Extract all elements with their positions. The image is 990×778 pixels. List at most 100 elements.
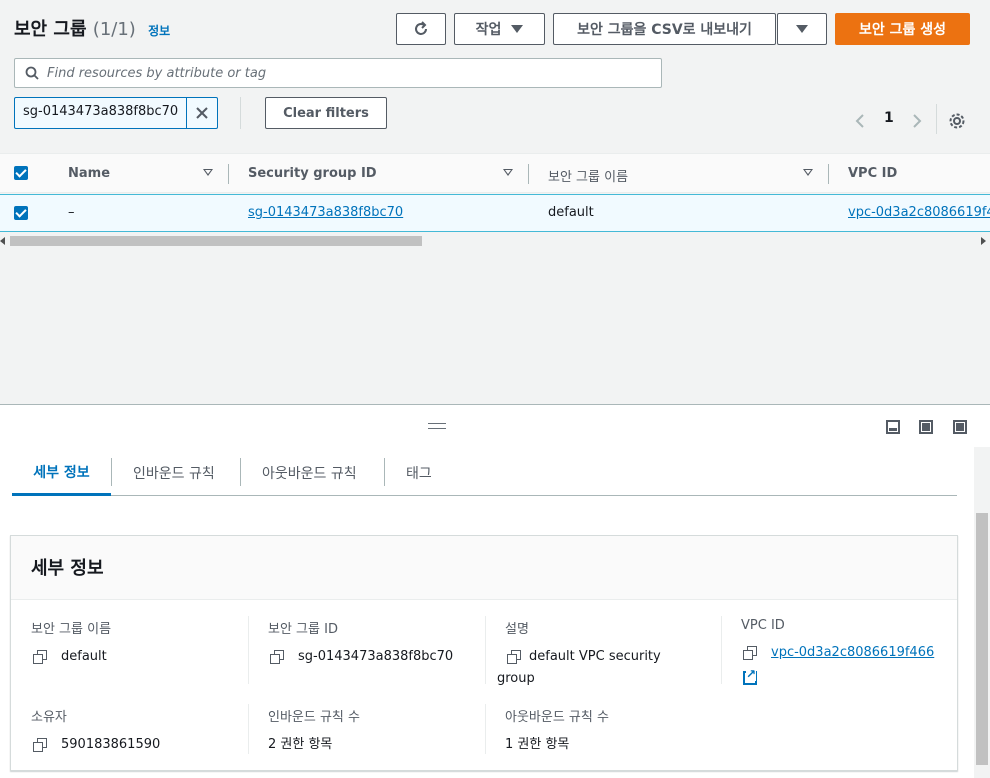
copy-icon[interactable] <box>507 650 521 664</box>
sort-icon[interactable] <box>803 169 813 176</box>
divider <box>721 616 722 684</box>
scroll-right-icon[interactable] <box>981 237 986 245</box>
tab-outbound-rules[interactable]: 아웃바운드 규칙 <box>262 450 357 496</box>
selection-count: (1/1) <box>92 19 136 40</box>
copy-icon[interactable] <box>33 650 47 664</box>
field-value: sg-0143473a838f8bc70 <box>298 649 454 664</box>
field-label: 설명 <box>505 622 529 637</box>
scrollbar-thumb[interactable] <box>976 513 988 765</box>
horizontal-scrollbar[interactable] <box>0 234 990 248</box>
clear-filters-button[interactable]: Clear filters <box>265 97 387 129</box>
column-resizer[interactable] <box>228 164 229 184</box>
actions-button[interactable]: 작업 <box>454 13 545 45</box>
column-resizer[interactable] <box>528 164 529 184</box>
copy-icon[interactable] <box>270 650 284 664</box>
remove-filter-button[interactable] <box>187 98 217 128</box>
copy-icon[interactable] <box>33 738 47 752</box>
export-dropdown-button[interactable] <box>777 13 827 45</box>
split-panel: 세부 정보 인바운드 규칙 아웃바운드 규칙 태그 세부 정보 보안 그룹 이름… <box>0 404 990 778</box>
copy-icon[interactable] <box>743 646 757 660</box>
security-groups-panel: 보안 그룹 (1/1) 정보 작업 보안 그룹을 CSV로 내보내기 보안 그룹… <box>0 0 990 404</box>
next-page-icon[interactable] <box>912 113 922 129</box>
field-group-name: 보안 그룹 이름 default <box>31 618 111 668</box>
divider <box>248 616 249 684</box>
caret-down-icon <box>511 25 524 33</box>
export-csv-button[interactable]: 보안 그룹을 CSV로 내보내기 <box>553 13 776 45</box>
cell-security-group-id-link[interactable]: sg-0143473a838f8bc70 <box>248 205 403 220</box>
field-value: 590183861590 <box>61 737 161 752</box>
external-link-icon[interactable] <box>743 667 757 685</box>
tab-label: 세부 정보 <box>33 464 90 481</box>
field-label: VPC ID <box>741 618 785 633</box>
tab-inbound-rules[interactable]: 인바운드 규칙 <box>133 450 215 496</box>
gear-icon[interactable] <box>948 112 966 130</box>
divider <box>248 704 249 754</box>
row-checkbox[interactable] <box>14 206 28 220</box>
vpc-id-link[interactable]: vpc-0d3a2c8086619f466 <box>771 642 934 664</box>
divider <box>485 704 486 754</box>
column-header-group-name[interactable]: 보안 그룹 이름 <box>548 166 628 185</box>
divider <box>485 616 486 684</box>
divider <box>936 104 937 134</box>
divider <box>384 458 385 486</box>
table-header: Name Security group ID 보안 그룹 이름 VPC ID <box>0 153 990 193</box>
field-label: 보안 그룹 이름 <box>31 622 112 637</box>
page-number[interactable]: 1 <box>884 110 894 126</box>
cell-name: – <box>68 205 75 220</box>
page-title-text: 보안 그룹 <box>14 19 87 40</box>
refresh-button[interactable] <box>396 13 446 45</box>
divider <box>240 97 241 129</box>
clear-filters-label: Clear filters <box>283 105 369 121</box>
search-input[interactable] <box>47 65 647 81</box>
field-label: 보안 그룹 ID <box>268 622 338 637</box>
select-all-checkbox[interactable] <box>14 166 28 180</box>
field-label: 아웃바운드 규칙 수 <box>505 710 609 725</box>
search-bar[interactable] <box>14 58 662 88</box>
search-icon <box>25 66 39 80</box>
scroll-left-icon[interactable] <box>0 237 5 245</box>
actions-label: 작업 <box>475 22 502 38</box>
tab-tags[interactable]: 태그 <box>406 450 432 496</box>
previous-page-icon[interactable] <box>855 113 865 129</box>
caret-down-icon <box>796 25 808 33</box>
tab-label: 인바운드 규칙 <box>133 466 215 482</box>
scrollbar-thumb[interactable] <box>10 236 422 246</box>
cell-vpc-id-link[interactable]: vpc-0d3a2c8086619f4 <box>848 205 990 220</box>
field-value: 2 권한 항목 <box>268 737 333 752</box>
field-description: 설명 default VPC security group <box>497 618 705 690</box>
column-header-security-group-id[interactable]: Security group ID <box>248 166 377 181</box>
sort-icon[interactable] <box>203 169 213 176</box>
create-security-group-button[interactable]: 보안 그룹 생성 <box>835 13 970 45</box>
refresh-icon <box>415 21 427 35</box>
field-value: default VPC security group <box>497 649 661 686</box>
tab-details[interactable]: 세부 정보 <box>12 450 111 496</box>
field-owner: 소유자 590183861590 <box>31 706 160 756</box>
filter-token: sg-0143473a838f8bc70 <box>14 97 219 129</box>
export-csv-label: 보안 그룹을 CSV로 내보내기 <box>577 22 752 38</box>
table-row[interactable]: – sg-0143473a838f8bc70 default vpc-0d3a2… <box>0 194 990 232</box>
details-card: 세부 정보 보안 그룹 이름 default 보안 그룹 ID sg-01434… <box>10 535 958 771</box>
column-header-vpc-id[interactable]: VPC ID <box>848 166 897 181</box>
tab-label: 태그 <box>406 466 432 482</box>
field-vpc-id: VPC ID vpc-0d3a2c8086619f466 <box>741 618 934 685</box>
card-header: 세부 정보 <box>11 536 957 600</box>
close-icon <box>196 107 208 119</box>
info-link[interactable]: 정보 <box>148 24 170 38</box>
field-label: 소유자 <box>31 710 67 725</box>
panel-bottom-icon[interactable] <box>886 420 900 434</box>
create-label: 보안 그룹 생성 <box>858 22 947 38</box>
field-inbound-count: 인바운드 규칙 수 2 권한 항목 <box>268 706 360 756</box>
cell-group-name: default <box>548 205 594 220</box>
sort-icon[interactable] <box>503 169 513 176</box>
field-label: 인바운드 규칙 수 <box>268 710 360 725</box>
panel-full-icon[interactable] <box>953 420 967 434</box>
vertical-scrollbar[interactable] <box>974 447 990 778</box>
field-outbound-count: 아웃바운드 규칙 수 1 권한 항목 <box>505 706 609 756</box>
column-header-name[interactable]: Name <box>68 166 110 181</box>
field-value: default <box>61 649 107 664</box>
divider <box>111 458 112 486</box>
column-resizer[interactable] <box>828 164 829 184</box>
divider <box>240 458 241 486</box>
panel-side-icon[interactable] <box>919 420 933 434</box>
resize-handle-icon[interactable] <box>428 423 446 429</box>
